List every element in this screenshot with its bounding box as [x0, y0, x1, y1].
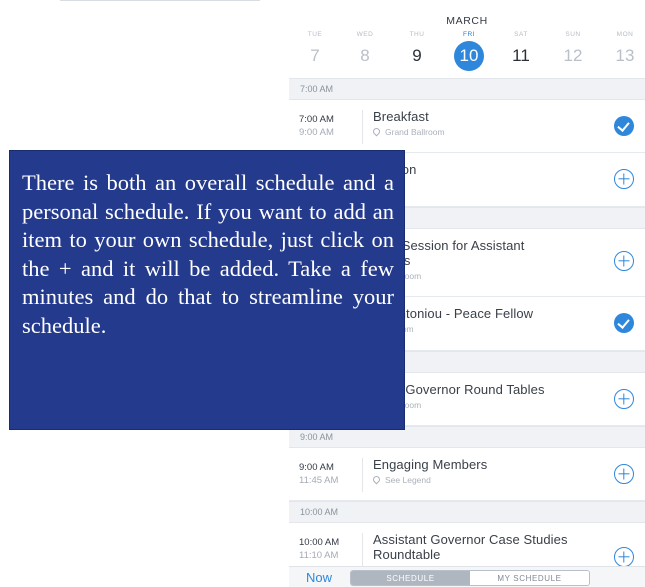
day-number: 8 — [360, 46, 370, 65]
item-title: stant Governor Round Tables — [373, 382, 545, 397]
day-picker: TUE 7 WED 8 THU 9 FRI 10 SAT 11 SUN 12 M… — [289, 30, 645, 74]
item-location: cester Room — [373, 400, 605, 410]
item-location: cester Room — [373, 271, 605, 281]
add-to-schedule-icon[interactable] — [614, 547, 634, 567]
day-number: 7 — [310, 46, 320, 65]
day-thu[interactable]: THU 9 — [397, 30, 437, 69]
end-time: 11:45 AM — [299, 475, 339, 486]
now-button[interactable]: Now — [306, 570, 332, 585]
add-to-schedule-icon[interactable] — [614, 169, 634, 189]
item-title-line: ernors — [373, 253, 605, 268]
item-location: nenade — [373, 180, 605, 190]
time-divider — [362, 458, 363, 492]
tab-my-schedule[interactable]: MY SCHEDULE — [470, 571, 589, 585]
item-title: Breakfast — [373, 109, 429, 124]
day-of-week: FRI — [463, 31, 475, 38]
day-of-week: MON — [616, 31, 634, 38]
location-pin-icon — [371, 126, 382, 137]
location-text: See Legend — [385, 475, 431, 485]
item-times: 10:00 AM 11:10 AM — [299, 536, 359, 562]
end-time: 9:00 AM — [299, 127, 334, 138]
end-time: 11:10 AM — [299, 550, 339, 561]
instruction-overlay: There is both an overall schedule and a … — [9, 150, 405, 430]
day-number: 13 — [615, 46, 635, 65]
item-title: os Antoniou - Peace Fellow — [373, 306, 534, 321]
schedule-item[interactable]: 7:00 AM 9:00 AM Breakfast Grand Ballroom — [289, 100, 645, 153]
day-sun[interactable]: SUN 12 — [553, 30, 593, 69]
add-to-schedule-icon[interactable] — [614, 464, 634, 484]
location-pin-icon — [371, 474, 382, 485]
day-of-week: SUN — [565, 31, 581, 38]
item-title: stration — [373, 162, 605, 177]
item-info: ning Session for Assistant ernors cester… — [373, 238, 605, 281]
day-wed[interactable]: WED 8 — [345, 30, 385, 69]
item-title: Engaging Members — [373, 457, 488, 472]
day-number: 10 — [454, 41, 484, 71]
item-title-line: Assistant Governor Case Studies — [373, 532, 568, 547]
time-section-header: 10:00 AM — [289, 501, 645, 523]
item-info: Breakfast Grand Ballroom — [371, 109, 605, 137]
start-time: 10:00 AM — [299, 537, 340, 548]
added-check-icon[interactable] — [614, 313, 634, 333]
day-mon[interactable]: MON 13 — [605, 30, 645, 69]
item-title-line: Roundtable — [373, 547, 441, 562]
day-sat[interactable]: SAT 11 — [501, 30, 541, 69]
day-tue[interactable]: TUE 7 — [295, 30, 335, 69]
top-divider — [60, 0, 260, 1]
schedule-item[interactable]: 9:00 AM 11:45 AM Engaging Members See Le… — [289, 448, 645, 501]
day-number: 11 — [512, 46, 530, 65]
tab-schedule[interactable]: SCHEDULE — [351, 571, 470, 585]
location-text: Grand Ballroom — [385, 127, 445, 137]
item-location: Grand Ballroom — [371, 126, 605, 137]
item-location: See Legend — [371, 474, 605, 485]
schedule-toggle: SCHEDULE MY SCHEDULE — [350, 570, 590, 586]
time-section-header: 7:00 AM — [289, 78, 645, 100]
start-time: 7:00 AM — [299, 114, 334, 125]
item-info: stration nenade — [373, 162, 605, 190]
item-info: Engaging Members See Legend — [371, 457, 605, 485]
add-to-schedule-icon[interactable] — [614, 389, 634, 409]
item-location: d Ballroom — [373, 324, 605, 334]
add-to-schedule-icon[interactable] — [614, 251, 634, 271]
item-title-line: ning Session for Assistant — [373, 238, 525, 253]
item-info: os Antoniou - Peace Fellow d Ballroom — [373, 306, 605, 334]
start-time: 9:00 AM — [299, 462, 334, 473]
day-of-week: THU — [409, 31, 425, 38]
bottom-bar: Now SCHEDULE MY SCHEDULE — [289, 566, 645, 587]
day-fri-selected[interactable]: FRI 10 — [449, 30, 489, 71]
day-of-week: TUE — [307, 31, 323, 38]
item-info: stant Governor Round Tables cester Room — [373, 382, 605, 410]
day-number: 12 — [563, 46, 583, 65]
month-label: MARCH — [446, 15, 488, 27]
time-divider — [362, 110, 363, 144]
item-info: Assistant Governor Case Studies Roundtab… — [373, 532, 605, 562]
added-check-icon[interactable] — [614, 116, 634, 136]
day-of-week: WED — [356, 31, 374, 38]
item-times: 7:00 AM 9:00 AM — [299, 113, 359, 139]
day-number: 9 — [412, 46, 422, 65]
day-of-week: SAT — [514, 31, 528, 38]
item-times: 9:00 AM 11:45 AM — [299, 461, 359, 487]
